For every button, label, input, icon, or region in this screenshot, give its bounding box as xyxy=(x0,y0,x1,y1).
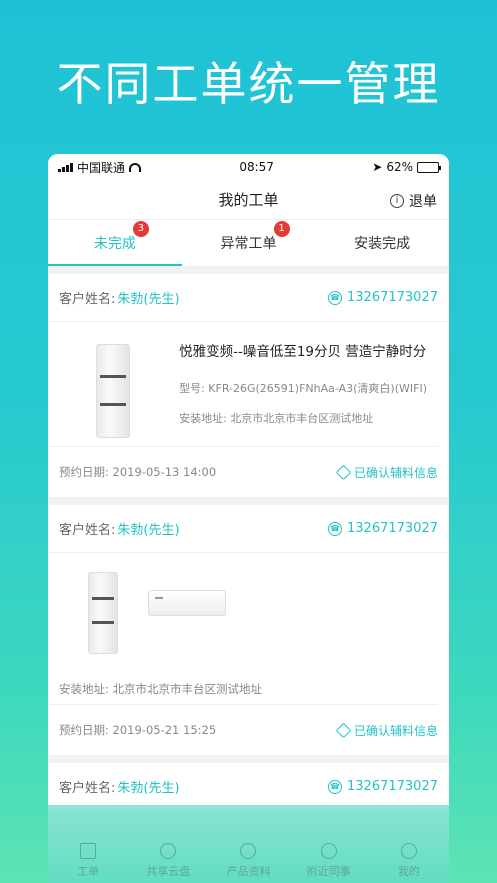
cloud-disk-icon xyxy=(160,843,177,859)
page-title: 我的工单 xyxy=(218,191,279,209)
order-card[interactable]: 客户姓名: 朱勃(先生) ☎ 13267173027 悦雅变频--噪音低至19分贝 … xyxy=(48,274,449,497)
phone-number: 13267173027 xyxy=(347,521,438,536)
tabbar-item-me[interactable]: 我的 xyxy=(374,843,444,883)
product-model: 型号: KFR-26G(26591)FNhAa-A3(清爽白)(WIFI) xyxy=(179,382,427,395)
tab-abnormal[interactable]: 异常工单 1 xyxy=(182,220,316,266)
tab-label: 未完成 xyxy=(93,236,136,252)
call-button[interactable]: ☎ 13267173027 xyxy=(328,290,438,305)
confirm-status[interactable]: 已确认辅料信息 xyxy=(335,464,438,481)
clock: 08:57 xyxy=(239,160,274,174)
battery-icon xyxy=(417,161,441,173)
tabbar-label: 共享云盘 xyxy=(146,865,191,878)
appointment-date: 预约日期: 2019-05-21 15:25 xyxy=(59,723,217,737)
phone-screen: 中国联通 08:57 ➤ 62% 我的工单 i 退单 未完成 3 异常工单 1 安装… xyxy=(48,154,449,883)
floor-ac-image xyxy=(96,344,131,438)
carrier-label: 中国联通 xyxy=(77,160,126,175)
order-card[interactable]: 客户姓名: 朱勃(先生) ☎ 13267173027 安装地址: 北京市北京市丰台区… xyxy=(48,505,449,755)
phone-number: 13267173027 xyxy=(347,290,438,305)
customer-name: 朱勃(先生) xyxy=(117,292,180,307)
install-address: 安装地址: 北京市北京市丰台区测试地址 xyxy=(179,412,374,425)
tabbar-item-orders[interactable]: 工单 xyxy=(53,843,123,883)
document-icon xyxy=(80,843,97,859)
tabbar-item-cloud[interactable]: 共享云盘 xyxy=(133,843,203,883)
order-card[interactable]: 客户姓名: 朱勃(先生) ☎ 13267173027 xyxy=(48,763,449,811)
tabbar-label: 我的 xyxy=(397,865,420,878)
tag-icon xyxy=(335,722,352,738)
customer-label: 客户姓名: xyxy=(59,292,116,307)
tabbar-label: 产品资料 xyxy=(226,865,271,878)
phone-icon: ☎ xyxy=(328,290,343,305)
tab-label: 安装完成 xyxy=(354,236,411,252)
phone-icon: ☎ xyxy=(328,521,343,536)
nav-bar: 我的工单 i 退单 xyxy=(48,180,449,220)
tab-badge: 1 xyxy=(273,221,290,237)
customer-label: 客户姓名: xyxy=(59,781,116,796)
phone-icon: ☎ xyxy=(328,779,343,794)
tabbar-item-nearby[interactable]: 附近同事 xyxy=(294,843,364,883)
bottom-tab-bar: 工单 共享云盘 产品资料 附近同事 我的 xyxy=(48,805,449,883)
call-button[interactable]: ☎ 13267173027 xyxy=(328,521,438,536)
person-icon xyxy=(400,843,417,859)
compass-icon xyxy=(240,843,257,859)
phone-number: 13267173027 xyxy=(347,779,438,794)
product-title: 悦雅变频--噪音低至19分贝 营造宁静时分 xyxy=(179,344,427,360)
tabbar-label: 工单 xyxy=(77,865,100,878)
tab-label: 异常工单 xyxy=(220,236,277,252)
status-bar: 中国联通 08:57 ➤ 62% xyxy=(48,154,449,180)
location-icon xyxy=(320,843,337,859)
confirm-status-label: 已确认辅料信息 xyxy=(353,465,438,480)
signal-icon xyxy=(58,162,73,172)
return-order-button[interactable]: i 退单 xyxy=(390,191,437,211)
tag-icon xyxy=(335,464,352,480)
floor-ac-image xyxy=(88,572,118,654)
customer-name: 朱勃(先生) xyxy=(117,523,180,538)
order-tabs: 未完成 3 异常工单 1 安装完成 xyxy=(48,220,449,266)
tab-incomplete[interactable]: 未完成 3 xyxy=(48,220,182,266)
confirm-status-label: 已确认辅料信息 xyxy=(353,723,438,738)
customer-name: 朱勃(先生) xyxy=(117,781,180,796)
tab-installed[interactable]: 安装完成 xyxy=(315,220,449,266)
appointment-date: 预约日期: 2019-05-13 14:00 xyxy=(59,465,217,479)
tab-badge: 3 xyxy=(132,221,149,237)
location-arrow-icon: ➤ xyxy=(372,160,383,174)
wall-ac-image xyxy=(148,590,226,616)
tabbar-label: 附近同事 xyxy=(306,865,351,878)
return-order-label: 退单 xyxy=(409,194,437,210)
install-address: 安装地址: 北京市北京市丰台区测试地址 xyxy=(48,673,438,705)
tabbar-item-products[interactable]: 产品资料 xyxy=(213,843,283,883)
battery-percent: 62% xyxy=(386,160,413,174)
confirm-status[interactable]: 已确认辅料信息 xyxy=(335,722,438,739)
call-button[interactable]: ☎ 13267173027 xyxy=(328,779,438,794)
info-icon: i xyxy=(390,194,404,208)
hero-title: 不同工单统一管理 xyxy=(56,57,441,111)
wifi-icon xyxy=(129,162,142,172)
customer-label: 客户姓名: xyxy=(59,523,116,538)
